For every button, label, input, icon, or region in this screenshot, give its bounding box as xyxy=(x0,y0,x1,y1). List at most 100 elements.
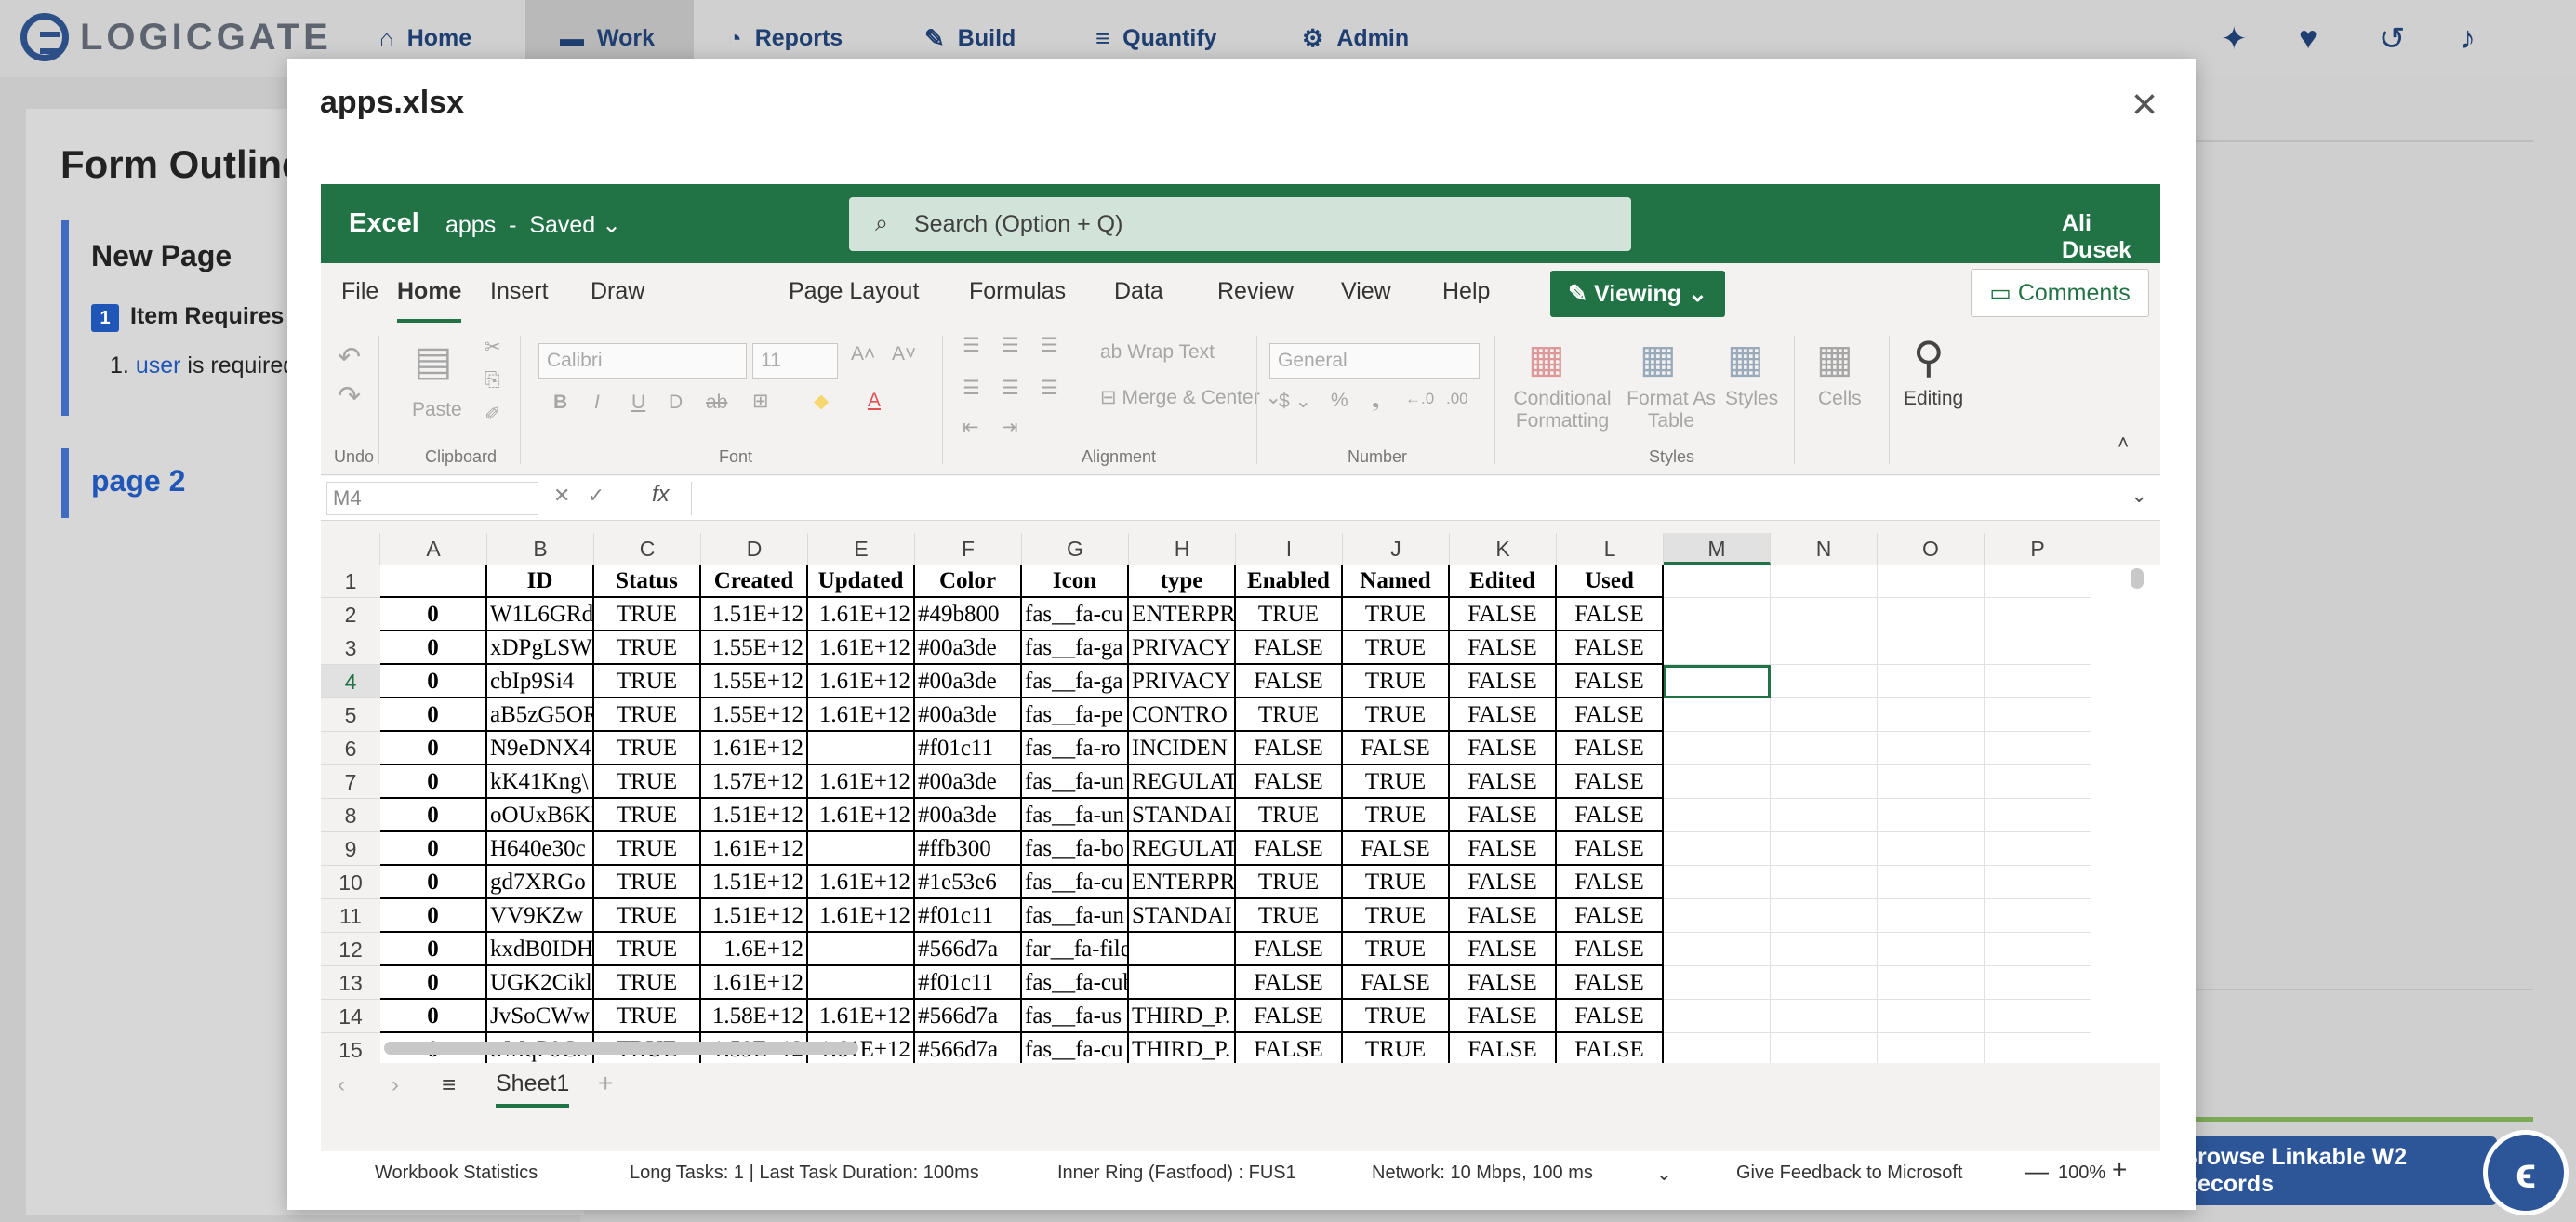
shrink-font-icon[interactable]: A˅ xyxy=(892,343,916,365)
cell[interactable]: kK41Kng\ xyxy=(487,765,594,799)
cell[interactable]: 1.61E+12 xyxy=(808,1000,915,1033)
spreadsheet-grid[interactable]: ABCDEFGHIJKLMNOP 1 2 3 4 5 6 7 8 9 10 11 12 13 14 15 I… xyxy=(321,533,2160,1067)
logicgate-logo[interactable]: LOGICGATE xyxy=(20,13,332,61)
formula-input[interactable] xyxy=(691,482,2086,515)
cell[interactable]: ENTERPR xyxy=(1129,866,1236,899)
cell[interactable] xyxy=(1664,799,1771,832)
cell[interactable]: JvSoCWw xyxy=(487,1000,594,1033)
cell[interactable] xyxy=(1878,866,1985,899)
cell[interactable] xyxy=(1878,765,1985,799)
cell[interactable] xyxy=(1771,631,1878,665)
cell[interactable] xyxy=(1771,765,1878,799)
increase-indent-icon[interactable]: ⇥ xyxy=(1002,416,1018,439)
italic-icon[interactable]: I xyxy=(594,392,600,414)
cell[interactable] xyxy=(1129,966,1236,1000)
cell[interactable] xyxy=(1878,799,1985,832)
bold-icon[interactable]: B xyxy=(553,392,567,414)
outline-page-2[interactable]: page 2 xyxy=(91,464,185,498)
cell[interactable] xyxy=(1985,665,2091,698)
cell[interactable]: fas__fa-bo xyxy=(1022,832,1129,866)
column-header-o[interactable]: O xyxy=(1878,533,1985,565)
cell[interactable] xyxy=(1985,832,2091,866)
cell[interactable]: TRUE xyxy=(594,698,701,732)
tab-draw[interactable]: Draw xyxy=(591,278,644,305)
conditional-formatting-button[interactable]: Conditional Formatting xyxy=(1502,388,1623,432)
cell[interactable]: TRUE xyxy=(594,598,701,631)
cell[interactable]: PRIVACY xyxy=(1129,665,1236,698)
cell[interactable]: kxdB0IDH xyxy=(487,933,594,966)
cell[interactable]: fas__fa-ga xyxy=(1022,665,1129,698)
cell[interactable]: REGULAT xyxy=(1129,832,1236,866)
cell[interactable]: 1.55E+12 xyxy=(701,665,808,698)
cell[interactable]: FALSE xyxy=(1450,665,1557,698)
sheet-tab-sheet1[interactable]: Sheet1 xyxy=(496,1070,570,1108)
cell[interactable]: 1.61E+12 xyxy=(808,698,915,732)
row-header-4[interactable]: 4 xyxy=(321,665,380,698)
cell[interactable]: TRUE xyxy=(594,866,701,899)
cell[interactable] xyxy=(1771,732,1878,765)
cell[interactable]: FALSE xyxy=(1236,832,1343,866)
cell[interactable]: 1.51E+12 xyxy=(701,799,808,832)
user-name[interactable]: Ali Dusek xyxy=(2062,210,2160,264)
cell[interactable]: 0 xyxy=(380,598,487,631)
format-as-table-button[interactable]: Format As Table xyxy=(1627,388,1716,432)
cell[interactable]: TRUE xyxy=(594,765,701,799)
decrease-decimal-icon[interactable]: .00 xyxy=(1446,390,1468,408)
pin-icon[interactable]: ✦ xyxy=(2221,20,2248,58)
tab-insert[interactable]: Insert xyxy=(490,278,549,305)
cell[interactable]: far__fa-file-alt xyxy=(1022,933,1129,966)
cell[interactable] xyxy=(1771,966,1878,1000)
cell[interactable]: UGK2Cikl xyxy=(487,966,594,1000)
viewing-mode-button[interactable]: ✎ Viewing ⌄ xyxy=(1550,271,1725,317)
cell[interactable] xyxy=(1878,899,1985,933)
cell[interactable] xyxy=(1985,698,2091,732)
editing-button[interactable]: Editing xyxy=(1904,388,1963,410)
chat-launcher-icon[interactable]: ϵ xyxy=(2483,1130,2569,1215)
horizontal-scrollbar[interactable] xyxy=(384,1042,858,1055)
cell[interactable]: 1.61E+12 xyxy=(701,832,808,866)
feedback-link[interactable]: Give Feedback to Microsoft xyxy=(1736,1162,1962,1184)
cell[interactable]: FALSE xyxy=(1450,1033,1557,1067)
cell[interactable]: fas__fa-cu xyxy=(1022,598,1129,631)
cell[interactable]: FALSE xyxy=(1557,966,1664,1000)
cell[interactable] xyxy=(1878,1000,1985,1033)
cell[interactable]: FALSE xyxy=(1236,966,1343,1000)
format-painter-icon[interactable]: ✐ xyxy=(485,403,501,426)
tab-home[interactable]: Home xyxy=(397,278,462,323)
search-input[interactable]: ⌕ Search (Option + Q) xyxy=(849,197,1631,251)
cell[interactable]: 1.51E+12 xyxy=(701,866,808,899)
cell[interactable]: Used xyxy=(1557,565,1664,598)
undo-icon[interactable]: ↶ xyxy=(338,341,361,374)
cell[interactable]: #1e53e6 xyxy=(915,866,1022,899)
row-header-12[interactable]: 12 xyxy=(321,933,380,966)
cell[interactable] xyxy=(1985,866,2091,899)
browse-linkable-records-button[interactable]: Browse Linkable W2 Records xyxy=(2181,1136,2497,1205)
cell[interactable]: ID xyxy=(487,565,594,598)
cell[interactable]: fas__fa-cubes xyxy=(1022,966,1129,1000)
cell[interactable]: fas__fa-un xyxy=(1022,799,1129,832)
cell[interactable]: 1.61E+12 xyxy=(808,765,915,799)
cell[interactable]: #f01c11 xyxy=(915,732,1022,765)
cell[interactable]: TRUE xyxy=(1343,933,1450,966)
cell[interactable]: CONTRO xyxy=(1129,698,1236,732)
cell[interactable]: TRUE xyxy=(1343,665,1450,698)
cell[interactable] xyxy=(1878,631,1985,665)
cell[interactable]: 0 xyxy=(380,631,487,665)
font-name-select[interactable]: Calibri xyxy=(538,343,747,379)
cell[interactable]: Updated xyxy=(808,565,915,598)
history-icon[interactable]: ↺ xyxy=(2379,20,2406,58)
file-name-menu[interactable]: apps - Saved ⌄ xyxy=(445,211,621,239)
conditional-formatting-icon[interactable]: ▦ xyxy=(1528,336,1565,381)
cell[interactable]: 1.58E+12 xyxy=(701,1000,808,1033)
cell[interactable]: 0 xyxy=(380,966,487,1000)
cell[interactable]: THIRD_P. xyxy=(1129,1033,1236,1067)
cell[interactable]: N9eDNX4 xyxy=(487,732,594,765)
cell[interactable]: #566d7a xyxy=(915,1033,1022,1067)
cell[interactable]: TRUE xyxy=(1236,598,1343,631)
cell[interactable] xyxy=(1985,1033,2091,1067)
add-sheet-icon[interactable]: + xyxy=(598,1069,613,1098)
row-header-15[interactable]: 15 xyxy=(321,1033,380,1067)
cell[interactable]: Status xyxy=(594,565,701,598)
column-header-m[interactable]: M xyxy=(1664,533,1771,565)
cell[interactable]: fas__fa-cu xyxy=(1022,1033,1129,1067)
